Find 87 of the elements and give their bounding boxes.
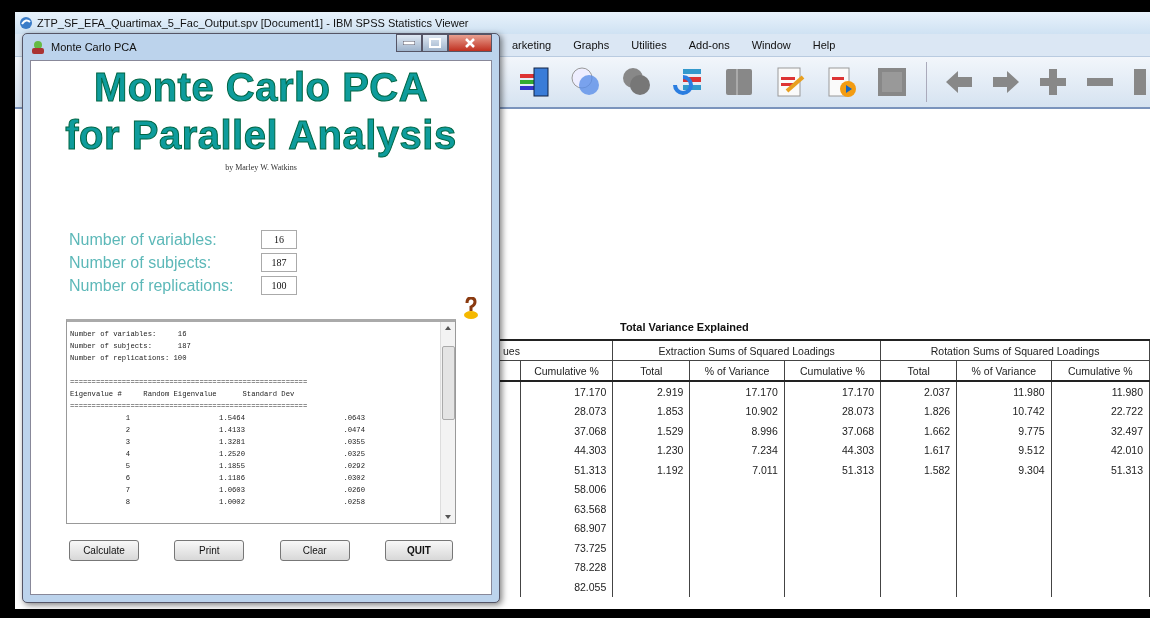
maximize-icon — [429, 38, 441, 48]
table-group-header: Rotation Sums of Squared Loadings — [880, 340, 1150, 361]
app-heading: Monte Carlo PCA — [93, 64, 429, 111]
table-cell: 10.902 — [745, 405, 778, 418]
table-cell: 44.303 — [574, 444, 607, 457]
table-cell: 9.304 — [1018, 463, 1045, 476]
table-cell: 2.919 — [657, 385, 684, 398]
table-cell: 2.037 — [923, 385, 951, 398]
menu-item[interactable]: Help — [812, 39, 836, 51]
table-cell: 10.742 — [1012, 405, 1045, 418]
table-group-header: Extraction Sums of Squared Loadings — [612, 340, 881, 361]
table-cell: 78.228 — [574, 561, 607, 574]
table-cell: 44.303 — [842, 444, 875, 457]
table-cell: 1.529 — [657, 424, 684, 437]
table-cell: 9.512 — [1018, 444, 1045, 457]
table-cell: 51.313 — [574, 463, 607, 476]
table-cell: 1.826 — [923, 405, 951, 418]
dialog-button[interactable]: Clear — [279, 540, 350, 561]
table-cell: 28.073 — [574, 405, 607, 418]
table-cell: 58.006 — [574, 483, 607, 496]
minimize-icon — [403, 41, 415, 45]
byline: by Marley W. Watkins — [225, 163, 297, 172]
dialog-button[interactable]: QUIT — [385, 540, 453, 561]
square-icon — [875, 65, 909, 99]
field-label: Number of replications: — [69, 276, 235, 295]
table-cell: 82.055 — [574, 580, 607, 593]
table-cell: 1.853 — [657, 405, 684, 418]
menu-item[interactable]: Utilities — [631, 39, 667, 51]
table-cell: 17.170 — [574, 385, 607, 398]
table-cell: 1.617 — [923, 444, 951, 457]
table-cell: 22.722 — [1110, 405, 1143, 418]
input-field[interactable]: 187 — [261, 253, 297, 272]
table-cell: 37.068 — [842, 424, 875, 437]
menu-item[interactable]: arketing — [512, 39, 552, 51]
table-cell: 28.073 — [842, 405, 875, 418]
menu-item[interactable]: Window — [751, 39, 791, 51]
table-cell: 17.170 — [842, 385, 875, 398]
table-cell: 7.011 — [752, 463, 778, 476]
scroll-down-icon[interactable] — [444, 514, 452, 520]
dialog-button[interactable]: Print — [174, 540, 245, 561]
column-header: % of Variance — [956, 360, 1052, 381]
table-cell: 8.996 — [751, 424, 778, 437]
minimize-button[interactable] — [396, 34, 422, 52]
dialog-title: Monte Carlo PCA — [51, 41, 137, 53]
table-cell: 9.775 — [1018, 424, 1045, 437]
table-cell: 63.568 — [574, 502, 607, 515]
table-cell: 32.497 — [1110, 424, 1143, 437]
table-cell: 11.980 — [1013, 385, 1045, 398]
table-cell: 68.907 — [574, 522, 607, 535]
column-header: Cumulative % — [784, 360, 881, 381]
column-header: Cumulative % — [520, 360, 613, 381]
app-icon — [30, 39, 46, 55]
scrollbar[interactable] — [440, 322, 455, 523]
window-title: ZTP_SF_EFA_Quartimax_5_Fac_Output.spv [Document1] - IBM SPSS Statistics Viewer — [37, 17, 469, 29]
column-header: Cumulative % — [1051, 360, 1150, 381]
column-header: Total — [612, 360, 690, 381]
table-icon[interactable] — [518, 65, 552, 99]
scroll-up-icon[interactable] — [444, 325, 452, 331]
table-cell: 37.068 — [574, 424, 607, 437]
close-icon — [464, 38, 476, 48]
table-cell: 17.170 — [745, 385, 778, 398]
close-button[interactable] — [448, 34, 492, 52]
input-field[interactable]: 100 — [261, 276, 297, 295]
minus-icon — [1087, 78, 1113, 86]
dialog-button[interactable]: Calculate — [69, 540, 139, 561]
column-header: % of Variance — [689, 360, 785, 381]
table-cell: 11.980 — [1111, 385, 1143, 398]
input-field[interactable]: 16 — [261, 230, 297, 249]
table-cell: 51.313 — [842, 463, 875, 476]
menu-item[interactable]: Add-ons — [688, 39, 730, 51]
table-cell: 73.725 — [574, 541, 607, 554]
maximize-button[interactable] — [422, 34, 448, 52]
table-cell: 1.230 — [657, 444, 684, 457]
table-cell: 1.192 — [657, 463, 684, 476]
help-icon[interactable] — [463, 297, 479, 319]
table-cell: 1.662 — [923, 424, 951, 437]
field-label: Number of subjects: — [69, 253, 213, 272]
table-title: Total Variance Explained — [619, 321, 750, 333]
column-header: Total — [880, 360, 957, 381]
table-cell: 42.010 — [1110, 444, 1143, 457]
table-cell: 51.313 — [1110, 463, 1143, 476]
table-cell: 7.234 — [751, 444, 778, 457]
app-heading: for Parallel Analysis — [65, 112, 457, 159]
app-icon — [19, 16, 33, 30]
field-label: Number of variables: — [69, 230, 218, 249]
menu-item[interactable]: Graphs — [573, 39, 610, 51]
table-cell: 1.582 — [923, 463, 951, 476]
